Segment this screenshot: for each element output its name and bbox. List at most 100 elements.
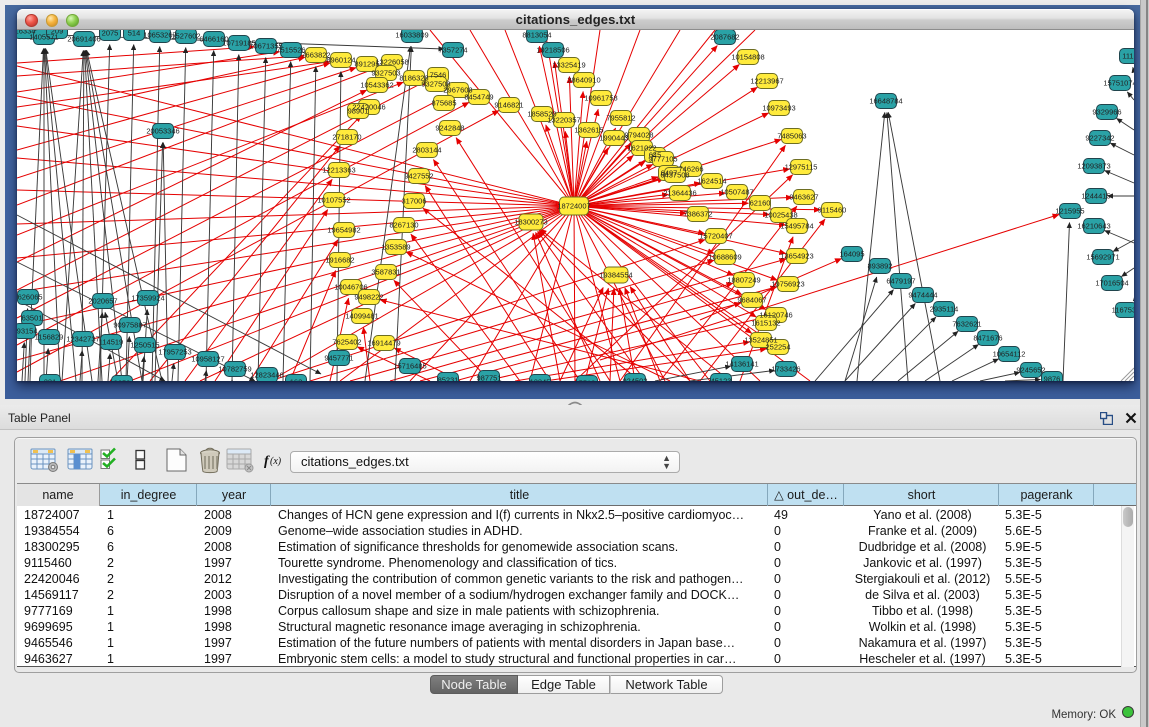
svg-text:164095: 164095: [839, 250, 864, 259]
svg-text:987751: 987751: [476, 374, 501, 382]
svg-text:2075: 2075: [102, 30, 119, 38]
svg-text:5512: 5512: [579, 379, 596, 382]
svg-text:13226058: 13226058: [375, 58, 408, 67]
svg-text:1112: 1112: [1122, 52, 1134, 61]
svg-text:45123: 45123: [711, 377, 732, 382]
svg-text:12823446: 12823446: [250, 371, 283, 380]
svg-text:38640910: 38640910: [567, 76, 600, 85]
svg-text:98901: 98901: [348, 107, 369, 116]
svg-text:1733426: 1733426: [771, 365, 800, 374]
svg-text:10507487: 10507487: [720, 188, 753, 197]
svg-text:18300273: 18300273: [514, 218, 547, 227]
svg-text:9794028: 9794028: [624, 131, 653, 140]
svg-text:16210643: 16210643: [1077, 222, 1110, 231]
svg-text:9327503: 9327503: [371, 69, 400, 78]
svg-text:10782759: 10782759: [218, 365, 251, 374]
svg-text:13325419: 13325419: [552, 61, 585, 70]
svg-text:9427552: 9427552: [404, 172, 433, 181]
svg-text:17359924: 17359924: [131, 294, 164, 303]
svg-text:1215955: 1215955: [1055, 207, 1084, 216]
svg-text:209: 209: [51, 30, 64, 36]
svg-text:16648784: 16648784: [869, 97, 902, 106]
svg-text:19384554: 19384554: [599, 271, 632, 280]
svg-text:6437508: 6437508: [660, 171, 689, 180]
svg-text:6479197: 6479197: [886, 277, 915, 286]
svg-text:1250515: 1250515: [130, 341, 159, 350]
svg-text:252254: 252254: [765, 343, 790, 352]
svg-text:8960124: 8960124: [326, 56, 355, 65]
svg-text:10154808: 10154808: [731, 53, 764, 62]
svg-text:9498222: 9498222: [354, 293, 383, 302]
svg-text:15692971: 15692971: [1086, 253, 1119, 262]
svg-text:2020657: 2020657: [88, 297, 117, 306]
svg-text:2626065: 2626065: [17, 293, 43, 302]
svg-text:10107552: 10107552: [317, 196, 350, 205]
svg-text:7955812: 7955812: [606, 114, 635, 123]
svg-text:875685: 875685: [431, 99, 456, 108]
svg-text:7357274: 7357274: [438, 46, 467, 55]
svg-text:19756923: 19756923: [771, 280, 804, 289]
svg-text:7386372: 7386372: [683, 210, 712, 219]
svg-text:924502: 924502: [622, 377, 647, 382]
svg-text:317006: 317006: [401, 197, 426, 206]
svg-text:17957253: 17957253: [158, 348, 191, 357]
svg-text:9474444: 9474444: [908, 291, 937, 300]
svg-text:7485063: 7485063: [777, 132, 806, 141]
svg-text:9245652: 9245652: [1016, 366, 1045, 375]
svg-text:9457771: 9457771: [324, 354, 353, 363]
svg-text:12213363: 12213363: [322, 166, 355, 175]
svg-text:8813054: 8813054: [522, 31, 551, 40]
svg-text:1624514: 1624514: [697, 177, 726, 186]
svg-text:15716485: 15716485: [393, 362, 426, 371]
svg-text:9227342: 9227342: [1085, 134, 1114, 143]
svg-text:8471676: 8471676: [973, 334, 1002, 343]
svg-text:1858520: 1858520: [527, 110, 556, 119]
svg-text:17016504: 17016504: [1095, 279, 1128, 288]
svg-text:9684067: 9684067: [737, 296, 766, 305]
svg-text:8267130: 8267130: [389, 221, 418, 230]
svg-text:10958127: 10958127: [191, 355, 224, 364]
svg-text:62160: 62160: [750, 199, 771, 208]
svg-text:15495784: 15495784: [780, 222, 813, 231]
svg-text:1244415: 1244415: [1081, 192, 1110, 201]
svg-text:90975887: 90975887: [113, 321, 146, 330]
svg-text:2718170: 2718170: [332, 133, 361, 142]
svg-text:9650: 9650: [114, 379, 131, 382]
svg-text:1167533: 1167533: [1112, 306, 1134, 315]
svg-text:15751074: 15751074: [1103, 79, 1134, 88]
svg-text:7546: 7546: [430, 71, 447, 80]
svg-text:12975115: 12975115: [785, 163, 818, 172]
svg-text:2087682: 2087682: [710, 33, 739, 42]
svg-text:85231: 85231: [438, 376, 459, 382]
svg-text:14136141: 14136141: [725, 360, 758, 369]
svg-text:10688609: 10688609: [708, 253, 741, 262]
svg-text:18724007: 18724007: [557, 202, 590, 211]
svg-text:162: 162: [290, 378, 303, 382]
svg-text:21364436: 21364436: [663, 189, 696, 198]
svg-text:514: 514: [128, 30, 141, 38]
svg-text:19218506: 19218506: [536, 46, 569, 55]
svg-text:1527602: 1527602: [171, 32, 200, 41]
svg-text:20053346: 20053346: [146, 127, 179, 136]
svg-text:893892: 893892: [867, 262, 892, 271]
svg-text:(x): (x): [270, 456, 282, 467]
svg-text:20691406: 20691406: [67, 35, 100, 44]
svg-text:331: 331: [44, 378, 57, 382]
svg-text:7632621: 7632621: [952, 320, 981, 329]
svg-text:3587831: 3587831: [371, 268, 400, 277]
svg-text:10961758: 10961758: [584, 94, 617, 103]
svg-text:9242848: 9242848: [435, 124, 464, 133]
svg-text:1916682: 1916682: [325, 256, 354, 265]
svg-text:13345: 13345: [530, 378, 551, 382]
svg-text:2935114: 2935114: [930, 305, 959, 314]
svg-text:8454749: 8454749: [464, 93, 493, 102]
svg-text:114519: 114519: [99, 338, 123, 347]
svg-text:15720407: 15720407: [699, 232, 732, 241]
svg-text:63501: 63501: [22, 314, 43, 323]
svg-text:1156829: 1156829: [35, 333, 64, 342]
svg-text:9115460: 9115460: [818, 206, 847, 215]
svg-text:18807249: 18807249: [727, 276, 760, 285]
svg-text:16914479: 16914479: [367, 339, 400, 348]
svg-text:16033809: 16033809: [395, 31, 428, 40]
svg-text:13654923: 13654923: [780, 252, 813, 261]
